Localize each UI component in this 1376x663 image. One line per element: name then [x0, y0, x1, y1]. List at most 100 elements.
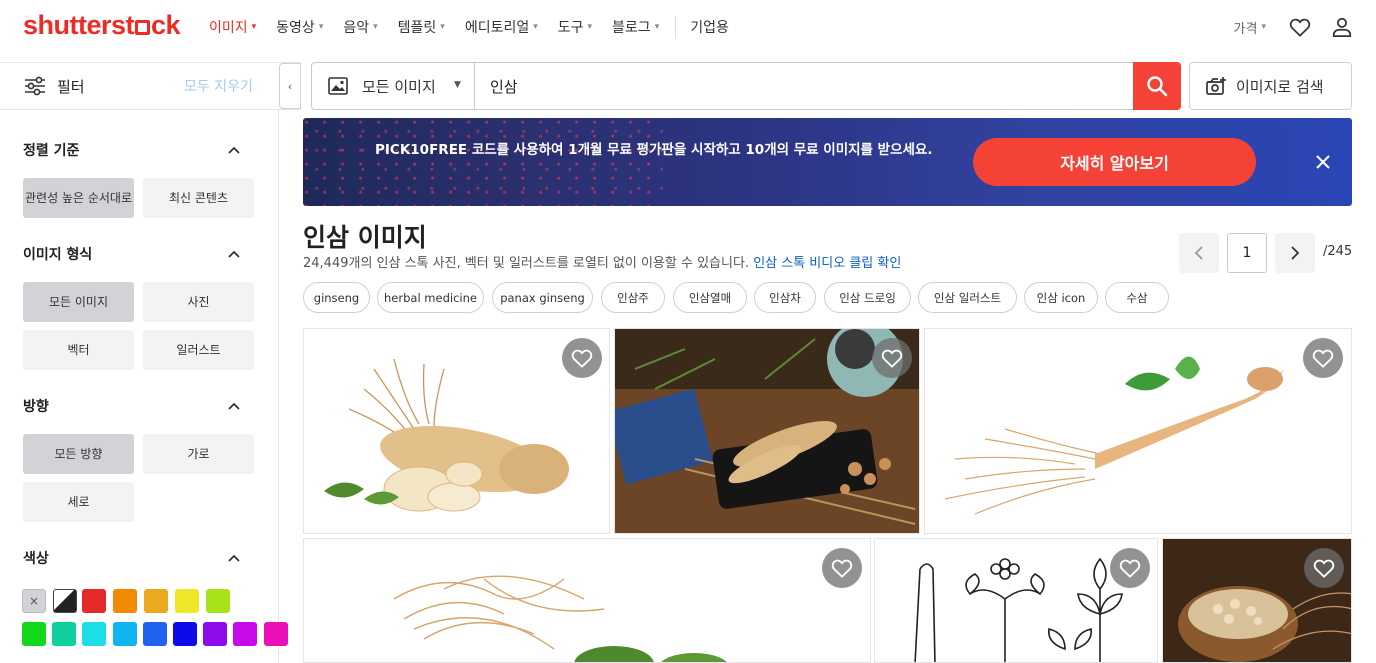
- ginseng-image: [944, 356, 1283, 515]
- image-tile-ginseng-leaf[interactable]: [924, 328, 1352, 534]
- color-swatch[interactable]: [175, 589, 199, 613]
- color-swatch[interactable]: [82, 589, 106, 613]
- related-chip[interactable]: 인삼 icon: [1024, 282, 1098, 313]
- nav-label: 동영상: [276, 20, 315, 36]
- favorite-button[interactable]: [1110, 548, 1150, 588]
- color-swatch[interactable]: [173, 622, 197, 646]
- prev-page-button[interactable]: [1179, 233, 1219, 273]
- promo-banner: PICK10FREE 코드를 사용하여 1개월 무료 평가판을 시작하고 10개…: [303, 118, 1352, 206]
- price-menu[interactable]: 가격 ▾: [1234, 18, 1266, 37]
- color-swatch[interactable]: [142, 622, 167, 646]
- nav-editorial[interactable]: 에디토리얼 ▾: [465, 17, 538, 37]
- chevron-down-icon: ▾: [373, 22, 378, 32]
- chevron-up-icon[interactable]: [227, 551, 241, 565]
- image-type-dropdown[interactable]: 모든 이미지 ▼: [312, 63, 475, 109]
- nav-enterprise[interactable]: 기업용: [690, 17, 729, 37]
- shutterstock-logo[interactable]: shutterst ck: [23, 10, 181, 41]
- nav-music[interactable]: 음악 ▾: [343, 17, 377, 37]
- chevron-left-icon: ‹: [287, 79, 293, 93]
- nav-tools[interactable]: 도구 ▾: [558, 17, 592, 37]
- page-number-input[interactable]: 1: [1227, 233, 1267, 273]
- video-clips-link[interactable]: 인삼 스톡 비디오 클립 확인: [753, 256, 901, 271]
- image-search-label: 이미지로 검색: [1236, 78, 1324, 96]
- sort-relevance-option[interactable]: 관련성 높은 순서대로: [23, 178, 134, 218]
- color-section-title: 색상: [23, 551, 49, 567]
- image-search-button[interactable]: 이미지로 검색: [1189, 62, 1352, 110]
- related-chip[interactable]: 수삼: [1105, 282, 1169, 313]
- search-button[interactable]: [1133, 62, 1181, 110]
- chevron-down-icon: ▾: [533, 22, 538, 32]
- related-chip[interactable]: herbal medicine: [377, 282, 484, 313]
- favorite-button[interactable]: [872, 338, 912, 378]
- color-swatch[interactable]: [82, 622, 107, 646]
- nav-label: 음악: [343, 20, 370, 36]
- type-photo-option[interactable]: 사진: [143, 282, 254, 322]
- nav-label: 에디토리얼: [464, 20, 530, 36]
- type-all-images-option[interactable]: 모든 이미지: [23, 282, 134, 322]
- image-tile-ginseng-drawing[interactable]: [874, 538, 1158, 663]
- related-chip[interactable]: 인삼열매: [673, 282, 747, 313]
- nav-templates[interactable]: 템플릿 ▾: [398, 17, 445, 37]
- favorites-heart-icon[interactable]: [1288, 15, 1312, 39]
- nav-images[interactable]: 이미지 ▾: [209, 17, 256, 37]
- image-tile-ginseng-black-plate[interactable]: [614, 328, 920, 534]
- related-chip[interactable]: 인삼 일러스트: [918, 282, 1017, 313]
- color-swatch[interactable]: [113, 589, 137, 613]
- chevron-up-icon[interactable]: [227, 247, 241, 261]
- chevron-up-icon[interactable]: [227, 399, 241, 413]
- image-tile-ginseng-large[interactable]: [303, 538, 871, 663]
- color-clear-swatch[interactable]: ×: [22, 589, 46, 613]
- next-page-button[interactable]: [1275, 233, 1315, 273]
- color-swatch[interactable]: [144, 589, 168, 613]
- image-tile-ginseng-roots-sliced[interactable]: [303, 328, 610, 534]
- related-chip[interactable]: ginseng: [303, 282, 370, 313]
- image-tile-ginseng-bowl[interactable]: [1162, 538, 1352, 663]
- close-icon[interactable]: [1315, 154, 1331, 170]
- related-chip[interactable]: 인삼차: [754, 282, 816, 313]
- favorite-button[interactable]: [822, 548, 862, 588]
- heart-icon: [571, 349, 593, 368]
- image-type-label: 모든 이미지: [362, 78, 436, 96]
- search-input[interactable]: [490, 75, 1130, 97]
- filter-title: 필터: [57, 78, 85, 96]
- favorite-button[interactable]: [562, 338, 602, 378]
- color-bw-swatch[interactable]: [53, 589, 77, 613]
- sort-section-title: 정렬 기준: [23, 143, 80, 159]
- user-account-icon[interactable]: [1330, 15, 1354, 39]
- orientation-all-option[interactable]: 모든 방향: [23, 434, 134, 474]
- orientation-vertical-option[interactable]: 세로: [23, 482, 134, 522]
- heart-icon: [1312, 349, 1334, 368]
- nav-blog[interactable]: 블로그 ▾: [612, 17, 659, 37]
- color-swatch[interactable]: [112, 622, 137, 646]
- related-chip[interactable]: 인삼 드로잉: [824, 282, 911, 313]
- promo-text: PICK10FREE 코드를 사용하여 1개월 무료 평가판을 시작하고 10개…: [375, 142, 933, 158]
- chevron-down-icon: ▾: [318, 22, 324, 32]
- main-nav: 이미지 ▾ 동영상 ▾ 음악 ▾ 템플릿 ▾ 에디토리얼 ▾ 도구 ▾ 블로그 ▾ 기업용: [209, 0, 749, 54]
- nav-label: 도구: [557, 20, 584, 36]
- orientation-section-title: 방향: [23, 399, 49, 415]
- chevron-right-icon: [1291, 246, 1300, 260]
- collapse-sidebar-button[interactable]: ‹: [279, 63, 301, 109]
- learn-more-button[interactable]: 자세히 알아보기: [973, 138, 1256, 186]
- type-illustration-option[interactable]: 일러스트: [143, 330, 254, 370]
- results-subtitle: 24,449개의 인삼 스톡 사진, 벡터 및 일러스트를 로열티 없이 이용할…: [303, 252, 901, 271]
- related-chip[interactable]: panax ginseng: [492, 282, 593, 313]
- ginseng-image: [393, 575, 727, 662]
- color-swatch[interactable]: [263, 622, 288, 646]
- orientation-horizontal-option[interactable]: 가로: [143, 434, 254, 474]
- type-vector-option[interactable]: 벡터: [23, 330, 134, 370]
- sort-newest-option[interactable]: 최신 콘텐츠: [143, 178, 254, 218]
- favorite-button[interactable]: [1303, 338, 1343, 378]
- price-label: 가격: [1233, 21, 1258, 37]
- nav-video[interactable]: 동영상 ▾: [276, 17, 323, 37]
- image-type-section-title: 이미지 형식: [23, 247, 93, 263]
- color-swatch[interactable]: [203, 622, 228, 646]
- color-swatch[interactable]: [233, 622, 258, 646]
- chevron-up-icon[interactable]: [227, 143, 241, 157]
- color-swatch[interactable]: [22, 622, 46, 646]
- favorite-button[interactable]: [1304, 548, 1344, 588]
- color-swatch[interactable]: [206, 589, 230, 613]
- related-chip[interactable]: 인삼주: [601, 282, 665, 313]
- clear-all-filters[interactable]: 모두 지우기: [184, 76, 253, 96]
- color-swatch[interactable]: [52, 622, 77, 646]
